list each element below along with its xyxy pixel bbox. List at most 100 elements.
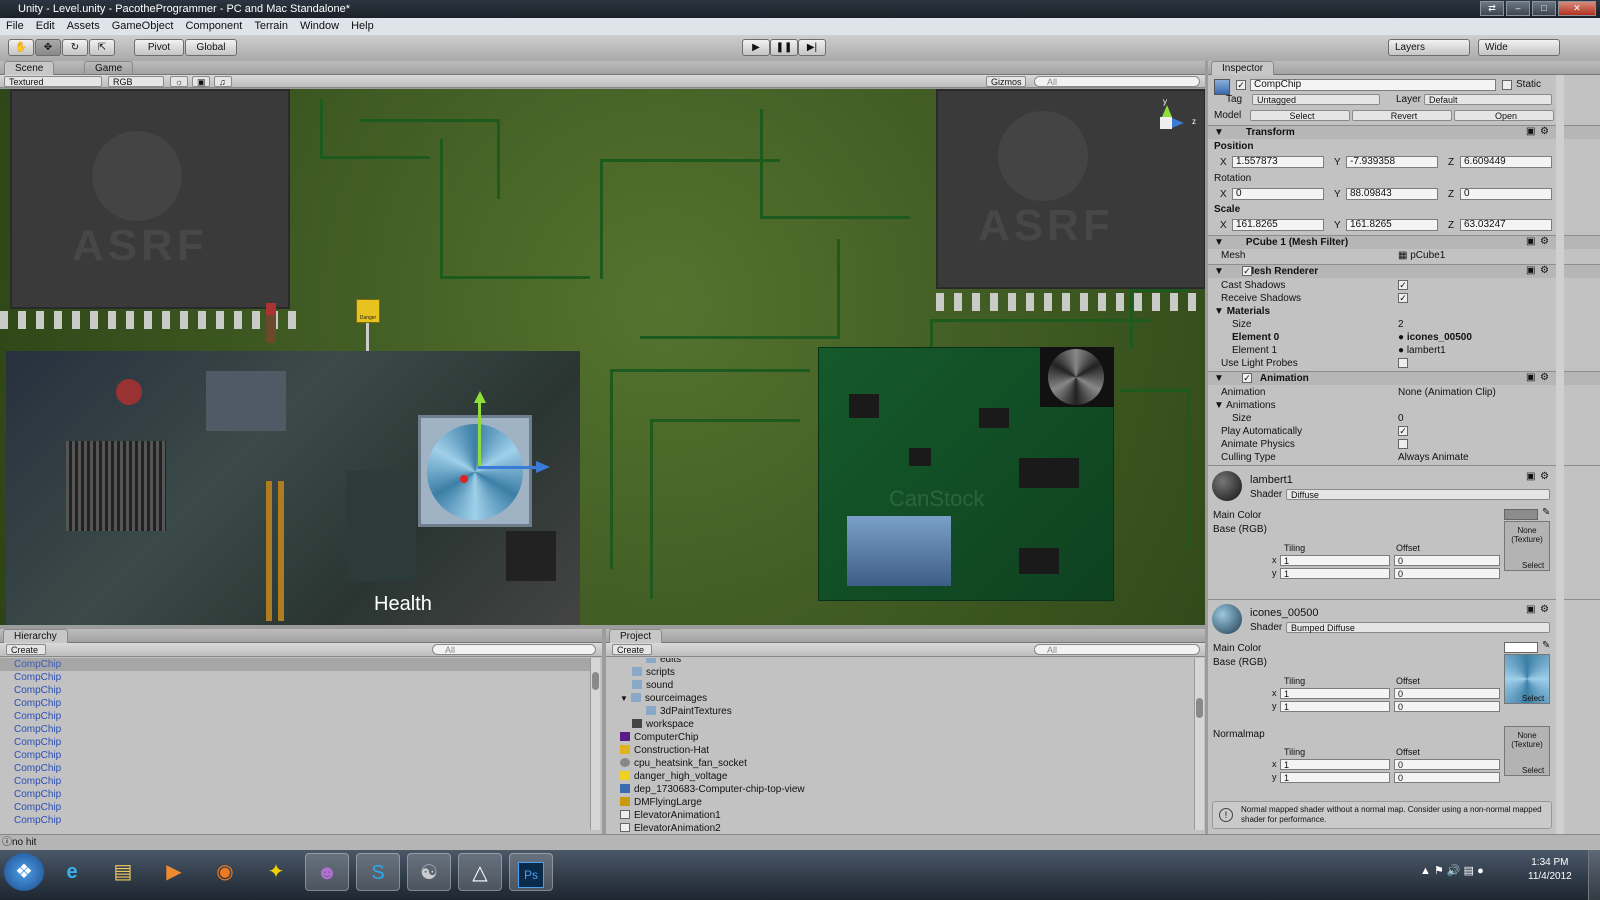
animate-physics-checkbox[interactable] — [1398, 439, 1408, 449]
gizmo-y-cone-icon[interactable] — [1162, 105, 1172, 117]
hierarchy-item[interactable]: CompChip — [0, 736, 590, 749]
position-x-field[interactable]: 1.557873 — [1232, 156, 1324, 168]
help-icon[interactable]: ▣ — [1526, 127, 1536, 137]
scale-z-field[interactable]: 63.03247 — [1460, 219, 1552, 231]
light-probes-checkbox[interactable] — [1398, 358, 1408, 368]
culling-type-dropdown[interactable]: Always Animate — [1398, 451, 1469, 464]
tray-icons[interactable]: ▲ ⚑ 🔊 ▤ ● — [1420, 864, 1484, 877]
help-icon[interactable]: ▣ — [1526, 237, 1536, 247]
project-item[interactable]: DMFlyingLarge — [606, 796, 1186, 809]
hierarchy-item[interactable]: CompChip — [0, 788, 590, 801]
layout-dropdown[interactable]: Wide — [1478, 39, 1560, 56]
material1-texture-select[interactable]: Select — [1522, 561, 1544, 570]
tab-project[interactable]: Project — [609, 629, 663, 643]
material2-tiling-y[interactable]: 1 — [1280, 701, 1390, 712]
material2-shader-dropdown[interactable]: Bumped Diffuse — [1286, 622, 1550, 633]
gizmo-center-cube[interactable] — [1160, 117, 1172, 129]
gear-icon[interactable]: ⚙ — [1540, 266, 1550, 276]
global-toggle[interactable]: Global — [185, 39, 237, 56]
start-button[interactable]: ❖ — [4, 853, 44, 891]
gear-icon[interactable]: ⚙ — [1540, 472, 1550, 482]
minimize-button[interactable]: – — [1506, 1, 1530, 16]
material2-tiling-x[interactable]: 1 — [1280, 688, 1390, 699]
menu-edit[interactable]: Edit — [36, 18, 55, 35]
hierarchy-item[interactable]: CompChip — [0, 671, 590, 684]
scale-tool-button[interactable]: ⇱ — [89, 39, 115, 56]
normalmap-texture-select[interactable]: Select — [1522, 766, 1544, 775]
project-item[interactable]: cpu_heatsink_fan_socket — [606, 757, 1186, 770]
taskbar-app[interactable]: e — [50, 853, 94, 891]
cast-shadows-checkbox[interactable]: ✓ — [1398, 280, 1408, 290]
hierarchy-search-input[interactable]: All — [432, 644, 596, 655]
active-checkbox[interactable]: ✓ — [1236, 80, 1246, 90]
normalmap-offset-y[interactable]: 0 — [1394, 772, 1500, 783]
expand-arrow-icon[interactable]: ▼ — [620, 694, 628, 703]
project-item[interactable]: dep_1730683-Computer-chip-top-view — [606, 783, 1186, 796]
tab-game[interactable]: Game — [84, 61, 134, 75]
project-scrollbar[interactable] — [1194, 658, 1204, 830]
layer-dropdown[interactable]: Default — [1424, 94, 1552, 105]
render-mode-dropdown[interactable]: Textured — [4, 76, 102, 87]
eyedropper-icon[interactable]: ✎ — [1542, 507, 1550, 518]
project-item[interactable]: 3dPaintTextures — [606, 705, 1186, 718]
gizmo-x-handle[interactable] — [460, 475, 468, 483]
help-icon[interactable]: ▣ — [1526, 373, 1536, 383]
static-checkbox[interactable] — [1502, 80, 1512, 90]
tab-hierarchy[interactable]: Hierarchy — [3, 629, 68, 643]
hierarchy-item[interactable]: CompChip — [0, 697, 590, 710]
taskbar-app[interactable]: ☯ — [407, 853, 451, 891]
menu-terrain[interactable]: Terrain — [254, 18, 288, 35]
gear-icon[interactable]: ⚙ — [1540, 127, 1550, 137]
hierarchy-scroll-thumb[interactable] — [592, 672, 599, 690]
material1-offset-x[interactable]: 0 — [1394, 555, 1500, 566]
project-item[interactable]: Construction-Hat — [606, 744, 1186, 757]
gizmo-y-arrow-icon[interactable] — [474, 391, 486, 403]
taskbar-app[interactable]: △ — [458, 853, 502, 891]
rotation-x-field[interactable]: 0 — [1232, 188, 1324, 200]
gizmo-y-axis[interactable] — [478, 399, 481, 469]
menu-help[interactable]: Help — [351, 18, 374, 35]
hierarchy-item[interactable]: CompChip — [0, 684, 590, 697]
pivot-toggle[interactable]: Pivot — [134, 39, 184, 56]
taskbar-app[interactable]: ☻ — [305, 853, 349, 891]
close-button[interactable]: ✕ — [1558, 1, 1596, 16]
audio-toggle[interactable]: ♫ — [214, 76, 232, 87]
tag-dropdown[interactable]: Untagged — [1252, 94, 1380, 105]
object-name-input[interactable]: CompChip — [1250, 79, 1496, 91]
animations-foldout[interactable]: ▼ Animations — [1214, 399, 1276, 412]
material1-tiling-x[interactable]: 1 — [1280, 555, 1390, 566]
project-create-dropdown[interactable]: Create — [612, 644, 652, 655]
tab-inspector[interactable]: Inspector — [1211, 61, 1275, 75]
taskbar-app[interactable]: S — [356, 853, 400, 891]
hierarchy-create-dropdown[interactable]: Create — [6, 644, 46, 655]
hierarchy-scrollbar[interactable] — [590, 658, 600, 830]
gear-icon[interactable]: ⚙ — [1540, 605, 1550, 615]
gizmo-z-cone-icon[interactable] — [1172, 118, 1184, 128]
inspector-scrollbar[interactable] — [1556, 75, 1564, 834]
project-item[interactable]: sound — [606, 679, 1186, 692]
menu-file[interactable]: File — [6, 18, 24, 35]
restore-icon[interactable]: ⇄ — [1480, 1, 1504, 16]
play-button[interactable]: ▶ — [742, 39, 770, 56]
hierarchy-item[interactable]: CompChip — [0, 762, 590, 775]
taskbar-app[interactable]: ▤ — [101, 853, 145, 891]
receive-shadows-checkbox[interactable]: ✓ — [1398, 293, 1408, 303]
step-button[interactable]: ▶| — [798, 39, 826, 56]
element1-field[interactable]: ● lambert1 — [1398, 344, 1446, 357]
project-scroll-thumb[interactable] — [1196, 698, 1203, 718]
gear-icon[interactable]: ⚙ — [1540, 237, 1550, 247]
materials-size-value[interactable]: 2 — [1398, 318, 1404, 331]
hierarchy-item[interactable]: CompChip — [0, 749, 590, 762]
tab-scene[interactable]: Scene — [4, 61, 55, 75]
hierarchy-item[interactable]: CompChip — [0, 723, 590, 736]
clock[interactable]: 1:34 PM 11/4/2012 — [1528, 856, 1572, 884]
material1-tiling-y[interactable]: 1 — [1280, 568, 1390, 579]
menu-assets[interactable]: Assets — [67, 18, 100, 35]
rotate-tool-button[interactable]: ↻ — [62, 39, 88, 56]
normalmap-tiling-y[interactable]: 1 — [1280, 772, 1390, 783]
show-desktop-button[interactable] — [1588, 850, 1600, 900]
project-item[interactable]: ComputerChip — [606, 731, 1186, 744]
layers-dropdown[interactable]: Layers — [1388, 39, 1470, 56]
help-icon[interactable]: ▣ — [1526, 472, 1536, 482]
mesh-field[interactable]: ▦ pCube1 — [1398, 249, 1445, 262]
